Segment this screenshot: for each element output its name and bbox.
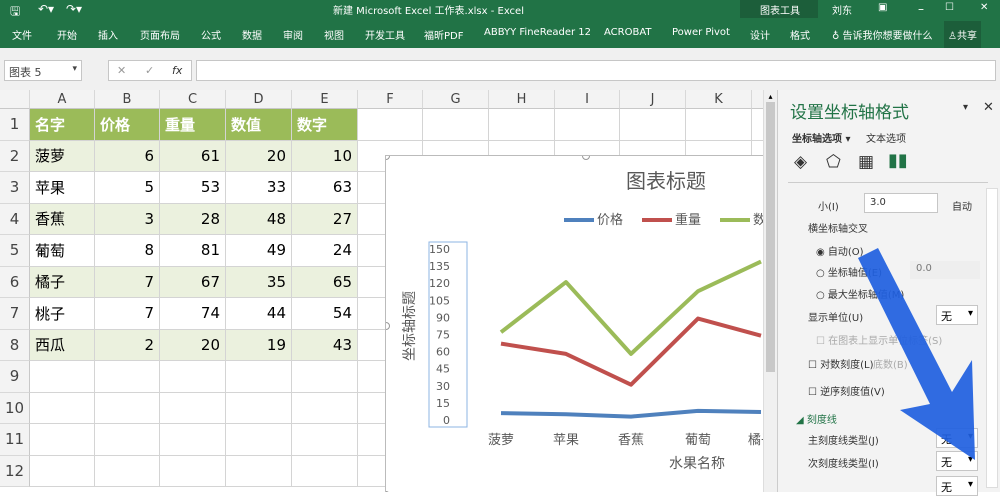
annotation-arrow	[858, 248, 975, 460]
